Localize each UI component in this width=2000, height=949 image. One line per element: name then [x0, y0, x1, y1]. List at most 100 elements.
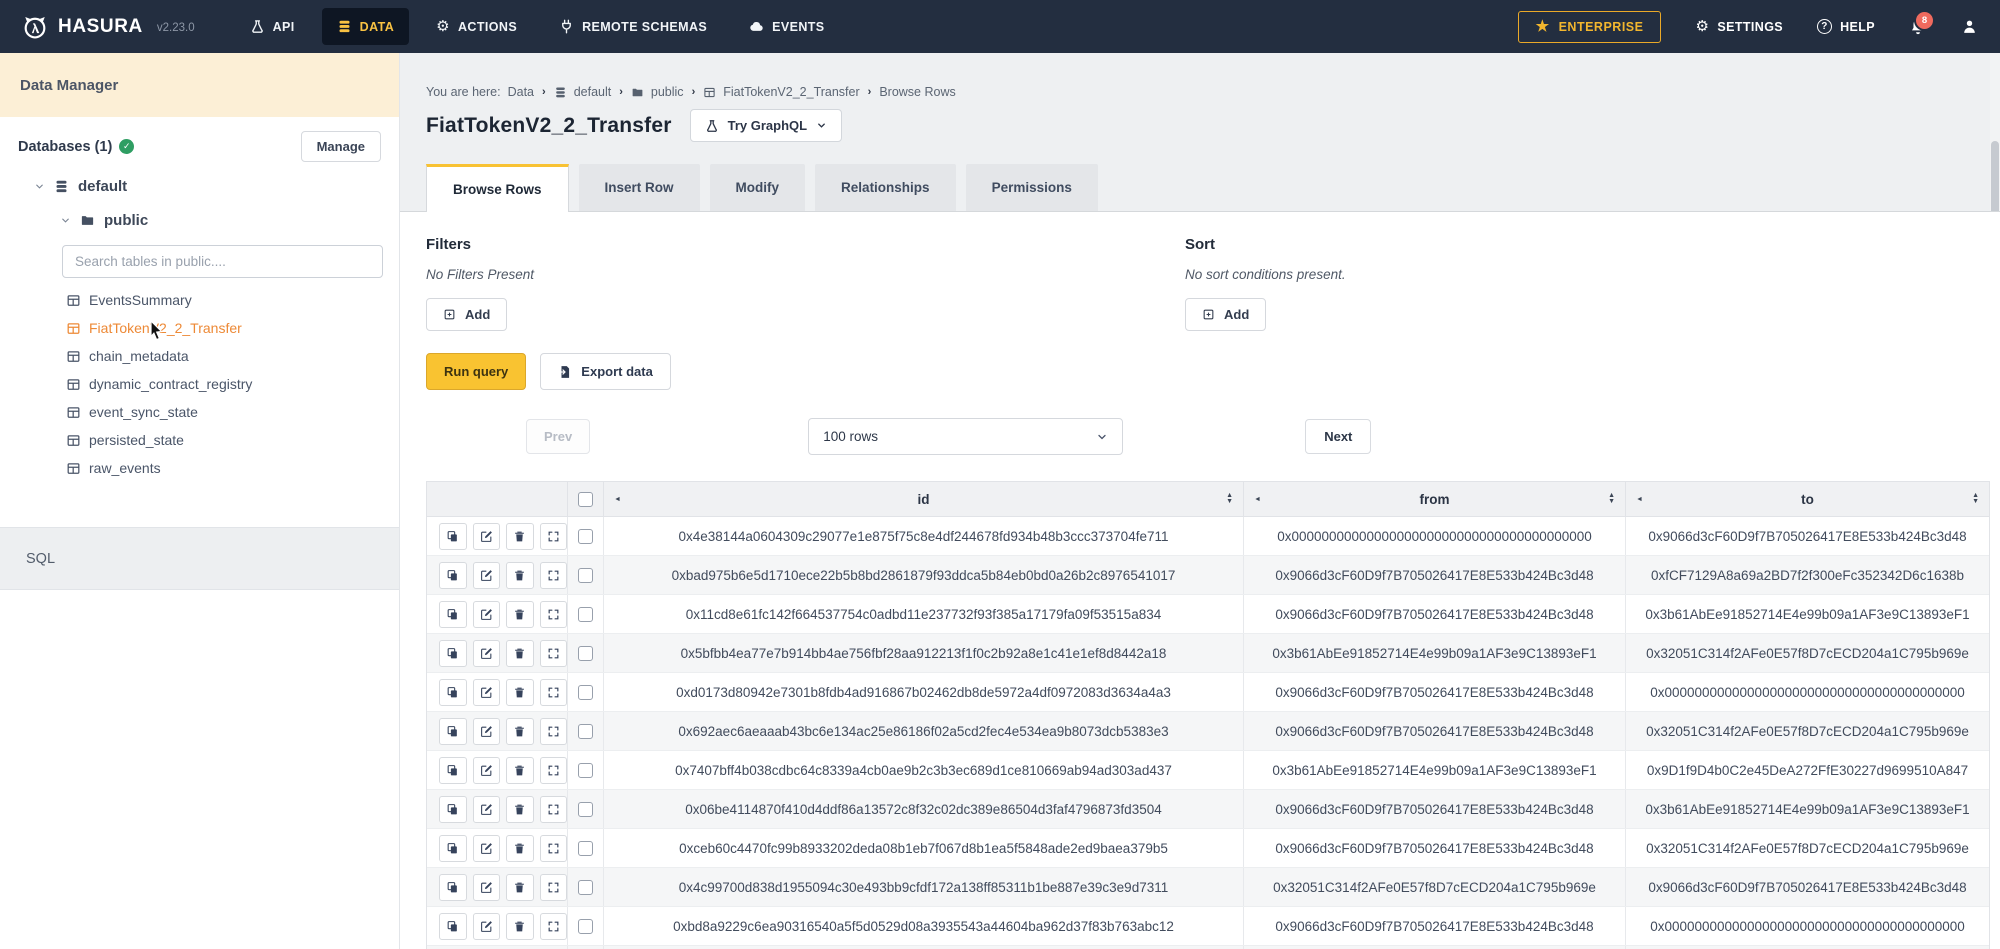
- clone-row-button[interactable]: [439, 562, 467, 589]
- sidebar-item-persisted-state[interactable]: persisted_state: [0, 426, 399, 454]
- run-query-button[interactable]: Run query: [426, 353, 526, 390]
- edit-row-button[interactable]: [473, 913, 501, 940]
- clone-row-button[interactable]: [439, 874, 467, 901]
- manage-button[interactable]: Manage: [301, 131, 381, 162]
- notifications-button[interactable]: 8: [1909, 18, 1927, 36]
- breadcrumb-browse-rows[interactable]: Browse Rows: [879, 85, 955, 99]
- expand-row-button[interactable]: [540, 562, 568, 589]
- delete-row-button[interactable]: [506, 718, 534, 745]
- edit-row-button[interactable]: [473, 874, 501, 901]
- delete-row-button[interactable]: [506, 640, 534, 667]
- row-checkbox[interactable]: [578, 568, 593, 583]
- row-checkbox[interactable]: [578, 880, 593, 895]
- delete-row-button[interactable]: [506, 757, 534, 784]
- sidebar-item-dynamic-contract-registry[interactable]: dynamic_contract_registry: [0, 370, 399, 398]
- edit-row-button[interactable]: [473, 718, 501, 745]
- breadcrumb-data[interactable]: Data: [508, 85, 534, 99]
- row-checkbox[interactable]: [578, 607, 593, 622]
- breadcrumb-public[interactable]: public: [651, 85, 684, 99]
- sql-section[interactable]: SQL: [0, 527, 399, 590]
- breadcrumb-table[interactable]: FiatTokenV2_2_Transfer: [723, 85, 859, 99]
- collapse-column-icon[interactable]: ◄: [614, 496, 621, 503]
- prev-page-button[interactable]: Prev: [526, 419, 590, 454]
- tab-permissions[interactable]: Permissions: [966, 164, 1098, 211]
- clone-row-button[interactable]: [439, 757, 467, 784]
- export-data-button[interactable]: Export data: [540, 353, 671, 390]
- row-checkbox[interactable]: [578, 724, 593, 739]
- sort-column-icon[interactable]: ▲ ▼: [1972, 493, 1979, 506]
- sort-column-icon[interactable]: ▲ ▼: [1608, 493, 1615, 506]
- delete-row-button[interactable]: [506, 601, 534, 628]
- expand-row-button[interactable]: [540, 601, 568, 628]
- edit-row-button[interactable]: [473, 640, 501, 667]
- nav-item-data[interactable]: DATA: [322, 8, 409, 45]
- expand-row-button[interactable]: [540, 523, 568, 550]
- tab-modify[interactable]: Modify: [710, 164, 806, 211]
- row-checkbox[interactable]: [578, 763, 593, 778]
- edit-row-button[interactable]: [473, 562, 501, 589]
- edit-row-button[interactable]: [473, 523, 501, 550]
- edit-row-button[interactable]: [473, 601, 501, 628]
- nav-item-api[interactable]: API: [235, 8, 310, 45]
- expand-row-button[interactable]: [540, 679, 568, 706]
- clone-row-button[interactable]: [439, 640, 467, 667]
- expand-row-button[interactable]: [540, 796, 568, 823]
- expand-row-button[interactable]: [540, 757, 568, 784]
- sidebar-item-raw-events[interactable]: raw_events: [0, 454, 399, 482]
- next-page-button[interactable]: Next: [1305, 419, 1371, 454]
- tab-insert-row[interactable]: Insert Row: [579, 164, 700, 211]
- search-tables-input[interactable]: [62, 245, 383, 278]
- delete-row-button[interactable]: [506, 835, 534, 862]
- help-button[interactable]: ? HELP: [1817, 19, 1875, 34]
- try-graphql-button[interactable]: Try GraphQL: [690, 109, 842, 142]
- delete-row-button[interactable]: [506, 913, 534, 940]
- expand-row-button[interactable]: [540, 874, 568, 901]
- user-menu-button[interactable]: [1961, 18, 1978, 35]
- schema-node-public[interactable]: public: [0, 204, 399, 236]
- expand-row-button[interactable]: [540, 718, 568, 745]
- expand-row-button[interactable]: [540, 835, 568, 862]
- nav-item-actions[interactable]: ⚙ ACTIONS: [421, 9, 532, 45]
- select-all-checkbox[interactable]: [578, 492, 593, 507]
- clone-row-button[interactable]: [439, 718, 467, 745]
- nav-item-remote-schemas[interactable]: REMOTE SCHEMAS: [544, 8, 722, 45]
- clone-row-button[interactable]: [439, 523, 467, 550]
- add-sort-button[interactable]: Add: [1185, 298, 1266, 331]
- breadcrumb-default[interactable]: default: [574, 85, 612, 99]
- enterprise-button[interactable]: ★ ENTERPRISE: [1518, 11, 1662, 43]
- sidebar-item-eventssummary[interactable]: EventsSummary: [0, 286, 399, 314]
- delete-row-button[interactable]: [506, 874, 534, 901]
- delete-row-button[interactable]: [506, 562, 534, 589]
- row-checkbox[interactable]: [578, 802, 593, 817]
- clone-row-button[interactable]: [439, 679, 467, 706]
- sidebar-item-event-sync-state[interactable]: event_sync_state: [0, 398, 399, 426]
- add-filter-button[interactable]: Add: [426, 298, 507, 331]
- edit-row-button[interactable]: [473, 796, 501, 823]
- row-checkbox[interactable]: [578, 646, 593, 661]
- sort-column-icon[interactable]: ▲ ▼: [1226, 493, 1233, 506]
- delete-row-button[interactable]: [506, 523, 534, 550]
- collapse-column-icon[interactable]: ◄: [1254, 496, 1261, 503]
- expand-row-button[interactable]: [540, 913, 568, 940]
- tab-relationships[interactable]: Relationships: [815, 164, 956, 211]
- expand-row-button[interactable]: [540, 640, 568, 667]
- settings-button[interactable]: ⚙ SETTINGS: [1695, 20, 1783, 34]
- delete-row-button[interactable]: [506, 679, 534, 706]
- clone-row-button[interactable]: [439, 796, 467, 823]
- sidebar-item-fiattokenv2-2-transfer[interactable]: FiatTokenV2_2_Transfer: [0, 314, 399, 342]
- clone-row-button[interactable]: [439, 835, 467, 862]
- edit-row-button[interactable]: [473, 835, 501, 862]
- database-node-default[interactable]: default: [0, 170, 399, 202]
- row-checkbox[interactable]: [578, 919, 593, 934]
- collapse-column-icon[interactable]: ◄: [1636, 496, 1643, 503]
- row-checkbox[interactable]: [578, 529, 593, 544]
- tab-browse-rows[interactable]: Browse Rows: [426, 164, 569, 212]
- rows-per-page-select[interactable]: 100 rows: [808, 418, 1123, 455]
- hasura-logo[interactable]: HASURA v2.23.0: [22, 14, 195, 40]
- row-checkbox[interactable]: [578, 685, 593, 700]
- clone-row-button[interactable]: [439, 601, 467, 628]
- edit-row-button[interactable]: [473, 679, 501, 706]
- delete-row-button[interactable]: [506, 796, 534, 823]
- sidebar-item-chain-metadata[interactable]: chain_metadata: [0, 342, 399, 370]
- row-checkbox[interactable]: [578, 841, 593, 856]
